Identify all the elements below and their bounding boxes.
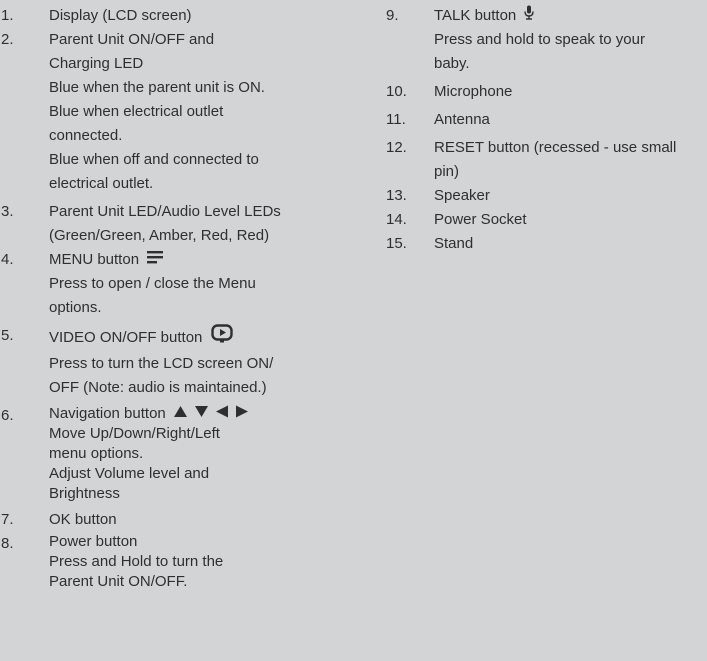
item-line: Parent Unit LED/Audio Level LEDs	[49, 203, 281, 220]
item-line: Display (LCD screen)	[49, 7, 192, 24]
list-item: 11. Antenna	[385, 108, 707, 132]
item-line: Adjust Volume level and	[49, 465, 210, 483]
list-item: 7. OK button	[0, 508, 340, 532]
item-title-line: VIDEO ON/OFF button	[49, 324, 340, 352]
item-line: Power button	[49, 533, 138, 551]
item-line: (Green/Green, Amber, Red, Red)	[49, 227, 270, 244]
item-body: Parent Unit LED/Audio Level LEDs (Green/…	[49, 200, 340, 248]
item-body: Parent Unit ON/OFF and Charging LED Blue…	[49, 28, 340, 196]
item-line: pin)	[434, 163, 460, 181]
item-title: MENU button	[49, 251, 140, 268]
item-number: 4.	[1, 251, 14, 268]
item-line: Press and hold to speak to your	[434, 31, 645, 49]
item-number: 14.	[386, 211, 407, 229]
item-line: Press and Hold to turn the	[49, 553, 224, 571]
video-icon	[210, 324, 233, 352]
item-body: RESET button (recessed - use small pin)	[434, 136, 707, 184]
list-item: 10. Microphone	[385, 80, 707, 104]
list-item: 12. RESET button (recessed - use small p…	[385, 136, 707, 184]
item-line: Stand	[434, 235, 474, 253]
item-title: TALK button	[434, 7, 517, 24]
item-body: OK button	[49, 508, 340, 532]
item-line: connected.	[49, 127, 123, 144]
item-body: Antenna	[434, 108, 707, 132]
right-column: 9. TALK button Press and hold to speak t…	[385, 4, 707, 256]
item-line: Microphone	[434, 83, 513, 101]
microphone-icon	[524, 4, 535, 28]
list-item: 6. Navigation button Move Up/Down/Right/…	[0, 404, 340, 504]
arrows-icon	[173, 404, 250, 424]
item-body: Stand	[434, 232, 707, 256]
item-body: Navigation button Move Up/Down/Right/Lef…	[49, 404, 340, 504]
item-line: Power Socket	[434, 211, 527, 229]
item-line: menu options.	[49, 445, 144, 463]
list-item: 5. VIDEO ON/OFF button Press to turn the…	[0, 324, 340, 400]
item-line: Antenna	[434, 111, 490, 129]
item-number: 7.	[1, 511, 14, 529]
item-body: Speaker	[434, 184, 707, 208]
item-number: 2.	[1, 31, 14, 48]
item-number: 11.	[386, 111, 406, 129]
item-line: Charging LED	[49, 55, 144, 72]
item-line: OK button	[49, 511, 117, 529]
item-line: options.	[49, 299, 102, 317]
item-number: 5.	[1, 327, 14, 345]
item-body: VIDEO ON/OFF button Press to turn the LC…	[49, 324, 340, 400]
list-item: 13. Speaker	[385, 184, 707, 208]
item-number: 15.	[386, 235, 407, 253]
list-item: 3. Parent Unit LED/Audio Level LEDs (Gre…	[0, 200, 340, 248]
item-body: Display (LCD screen)	[49, 4, 340, 28]
list-item: 4. MENU button Press to open / close the…	[0, 248, 340, 320]
item-line: Press to turn the LCD screen ON/	[49, 355, 274, 373]
item-line: OFF (Note: audio is maintained.)	[49, 379, 267, 397]
list-item: 8. Power button Press and Hold to turn t…	[0, 532, 340, 592]
item-title-line: MENU button	[49, 248, 340, 272]
item-line: Parent Unit ON/OFF.	[49, 573, 188, 591]
item-line: Speaker	[434, 187, 490, 205]
item-number: 1.	[1, 7, 14, 24]
item-title-line: Navigation button	[49, 404, 340, 424]
item-number: 10.	[386, 83, 407, 101]
item-number: 12.	[386, 139, 407, 157]
item-number: 13.	[386, 187, 407, 205]
item-line: Parent Unit ON/OFF and	[49, 31, 215, 48]
item-body: Power Socket	[434, 208, 707, 232]
item-line: Blue when the parent unit is ON.	[49, 79, 265, 96]
left-column: 1. Display (LCD screen) 2. Parent Unit O…	[0, 4, 340, 592]
item-line: Blue when off and connected to	[49, 151, 259, 168]
item-body: Microphone	[434, 80, 707, 104]
list-item: 14. Power Socket	[385, 208, 707, 232]
item-line: electrical outlet.	[49, 175, 154, 192]
menu-icon	[147, 248, 164, 272]
item-title: Navigation button	[49, 405, 166, 423]
list-item: 9. TALK button Press and hold to speak t…	[385, 4, 707, 76]
item-number: 8.	[1, 535, 14, 553]
item-number: 9.	[386, 7, 399, 24]
item-line: Move Up/Down/Right/Left	[49, 425, 220, 443]
item-line: RESET button (recessed - use small	[434, 139, 677, 157]
list-item: 1. Display (LCD screen)	[0, 4, 340, 28]
list-item: 2. Parent Unit ON/OFF and Charging LED B…	[0, 28, 340, 196]
list-item: 15. Stand	[385, 232, 707, 256]
item-line: Press to open / close the Menu	[49, 275, 256, 293]
item-line: baby.	[434, 55, 470, 73]
item-number: 3.	[1, 203, 14, 220]
item-title-line: TALK button	[434, 4, 707, 28]
item-number: 6.	[1, 407, 14, 425]
item-body: Power button Press and Hold to turn the …	[49, 532, 340, 592]
item-body: TALK button Press and hold to speak to y…	[434, 4, 707, 76]
item-line: Blue when electrical outlet	[49, 103, 224, 120]
item-title: VIDEO ON/OFF button	[49, 329, 203, 346]
item-line: Brightness	[49, 485, 120, 503]
item-body: MENU button Press to open / close the Me…	[49, 248, 340, 320]
manual-page: 1. Display (LCD screen) 2. Parent Unit O…	[0, 0, 707, 661]
